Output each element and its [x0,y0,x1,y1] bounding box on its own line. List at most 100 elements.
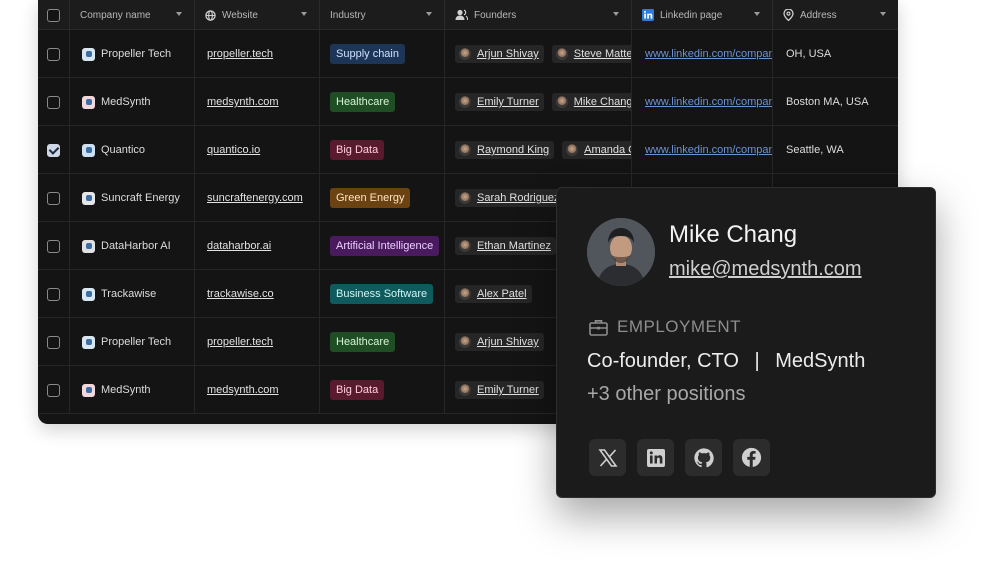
industry-tag[interactable]: Big Data [330,140,385,160]
linkedin-link[interactable]: www.linkedin.com/company [645,96,772,108]
chevron-down-icon[interactable] [301,12,307,16]
website-link[interactable]: propeller.tech [207,48,273,60]
header-founders[interactable]: Founders [445,0,632,30]
row-checkbox[interactable] [47,143,60,157]
industry-cell[interactable]: Healthcare [320,318,445,366]
founder-name: Arjun Shivay [477,48,539,60]
chevron-down-icon[interactable] [880,12,886,16]
chevron-down-icon[interactable] [613,12,619,16]
row-checkbox[interactable] [47,47,60,61]
profile-email-link[interactable]: mike@medsynth.com [669,258,862,281]
founder-chip[interactable]: Raymond King [455,141,555,159]
select-all-cell [38,0,70,30]
company-cell[interactable]: Propeller Tech [70,30,195,78]
table-row[interactable]: MedSynth medsynth.com Healthcare Emily Turn… [38,78,898,126]
website-link[interactable]: dataharbor.ai [207,240,271,252]
company-cell[interactable]: MedSynth [70,78,195,126]
header-linkedin-label: Linkedin page [660,9,723,21]
row-select-cell [38,30,70,78]
website-link[interactable]: medsynth.com [207,96,279,108]
linkedin-link[interactable]: www.linkedin.com/company [645,48,772,60]
x-social-button[interactable] [589,439,626,476]
header-website[interactable]: Website [195,0,320,30]
founder-chip[interactable]: Amanda C [562,141,631,159]
company-cell[interactable]: Suncraft Energy [70,174,195,222]
industry-cell[interactable]: Business Software [320,270,445,318]
company-cell[interactable]: Trackawise [70,270,195,318]
industry-cell[interactable]: Artificial Intelligence [320,222,445,270]
facebook-social-button[interactable] [733,439,770,476]
industry-cell[interactable]: Big Data [320,366,445,414]
table-row[interactable]: Propeller Tech propeller.tech Supply chain… [38,30,898,78]
website-link[interactable]: propeller.tech [207,336,273,348]
website-cell: medsynth.com [195,366,320,414]
founder-name: Sarah Rodriguez [477,192,560,204]
founder-avatar [459,48,471,60]
website-link[interactable]: suncraftenergy.com [207,192,303,204]
company-name: DataHarbor AI [101,240,171,252]
row-checkbox[interactable] [47,191,60,205]
company-logo-icon [82,47,95,61]
github-social-button[interactable] [685,439,722,476]
header-linkedin[interactable]: Linkedin page [632,0,773,30]
founder-avatar [459,288,471,300]
row-checkbox[interactable] [47,95,60,109]
industry-tag[interactable]: Artificial Intelligence [330,236,440,256]
header-company[interactable]: Company name [70,0,195,30]
row-checkbox[interactable] [47,383,60,397]
industry-cell[interactable]: Big Data [320,126,445,174]
founder-chip[interactable]: Mike Chang [551,93,632,111]
company-cell[interactable]: MedSynth [70,366,195,414]
industry-tag[interactable]: Big Data [330,380,385,400]
row-checkbox[interactable] [47,335,60,349]
founder-avatar [566,144,579,156]
founder-chip[interactable]: Steve Mattes [551,45,631,63]
industry-tag[interactable]: Healthcare [330,332,396,352]
header-address[interactable]: Address [773,0,898,30]
header-industry[interactable]: Industry [320,0,445,30]
founder-chip[interactable]: Arjun Shivay [455,333,544,351]
founder-chip[interactable]: Ethan Martinez [455,237,556,255]
website-link[interactable]: trackawise.co [207,288,274,300]
briefcase-icon [589,319,608,336]
address-cell: Boston MA, USA [773,78,898,126]
website-link[interactable]: medsynth.com [207,384,279,396]
other-positions-link[interactable]: +3 other positions [587,383,745,406]
industry-tag[interactable]: Supply chain [330,44,405,64]
current-position: Co-founder, CTO | MedSynth [587,350,865,373]
chevron-down-icon[interactable] [426,12,432,16]
founder-chip[interactable]: Alex Patel [455,285,532,303]
row-checkbox[interactable] [47,239,60,253]
address-text: Boston MA, USA [786,96,869,108]
founder-chip[interactable]: Sarah Rodriguez [455,189,565,207]
industry-tag[interactable]: Business Software [330,284,434,304]
industry-cell[interactable]: Healthcare [320,78,445,126]
website-link[interactable]: quantico.io [207,144,260,156]
linkedin-link[interactable]: www.linkedin.com/company [645,144,772,156]
website-cell: medsynth.com [195,78,320,126]
industry-cell[interactable]: Green Energy [320,174,445,222]
founder-chip[interactable]: Arjun Shivay [455,45,544,63]
founder-name: Alex Patel [477,288,527,300]
company-cell[interactable]: DataHarbor AI [70,222,195,270]
company-logo-icon [82,287,95,301]
founder-avatar [459,240,471,252]
company-name: Propeller Tech [101,336,172,348]
table-row[interactable]: Quantico quantico.io Big Data Raymond King A… [38,126,898,174]
founder-chip[interactable]: Emily Turner [455,93,544,111]
linkedin-social-button[interactable] [637,439,674,476]
company-cell[interactable]: Propeller Tech [70,318,195,366]
profile-name: Mike Chang [669,221,798,248]
chevron-down-icon[interactable] [754,12,760,16]
company-cell[interactable]: Quantico [70,126,195,174]
industry-cell[interactable]: Supply chain [320,30,445,78]
founder-name: Mike Chang [573,96,632,108]
select-all-checkbox[interactable] [47,8,60,22]
founder-avatar [555,48,568,60]
industry-tag[interactable]: Green Energy [330,188,411,208]
row-checkbox[interactable] [47,287,60,301]
industry-tag[interactable]: Healthcare [330,92,396,112]
founder-chip[interactable]: Emily Turner [455,381,544,399]
employment-label: EMPLOYMENT [617,317,742,336]
chevron-down-icon[interactable] [176,12,182,16]
